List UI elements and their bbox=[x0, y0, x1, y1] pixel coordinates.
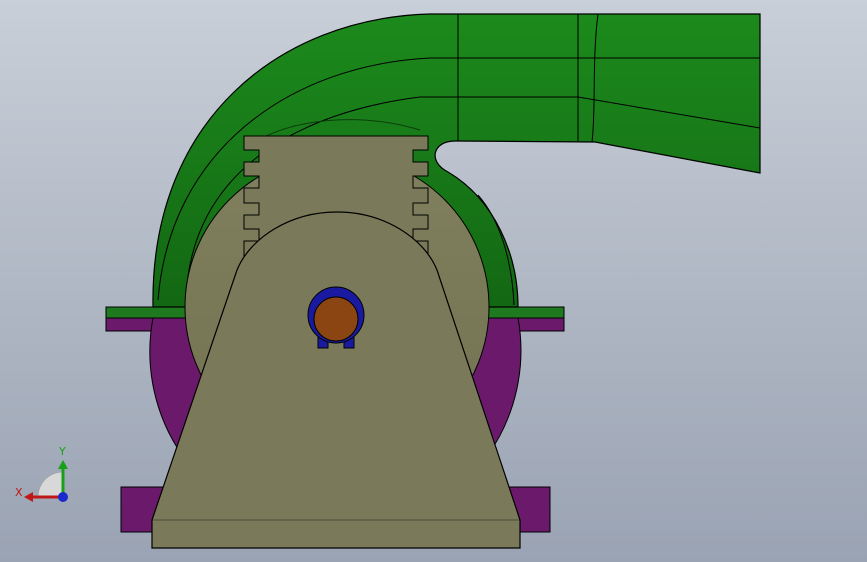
fan-model-drawing[interactable]: X Y bbox=[0, 0, 867, 562]
coordinate-triad-icon: X Y bbox=[15, 445, 68, 502]
triad-quarter-disc bbox=[37, 471, 64, 498]
shaft-core bbox=[313, 296, 359, 342]
triad-y-arrow bbox=[58, 460, 68, 469]
triad-z-axis bbox=[58, 492, 68, 502]
triad-x-label: X bbox=[15, 486, 23, 499]
triad-y-label: Y bbox=[58, 445, 66, 458]
triad-x-arrow bbox=[24, 492, 33, 502]
cad-viewport[interactable]: X Y bbox=[0, 0, 867, 562]
